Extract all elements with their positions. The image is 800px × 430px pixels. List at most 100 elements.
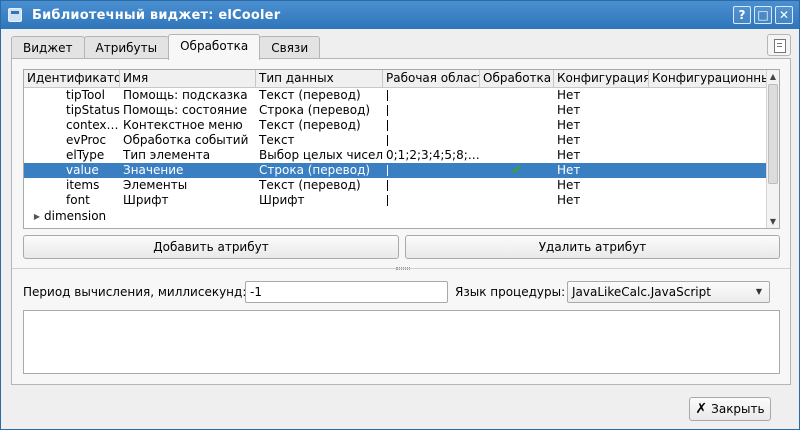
column-header[interactable]: Имя bbox=[120, 70, 256, 88]
cell-id: tipStatus bbox=[66, 103, 120, 117]
tab-widget[interactable]: Виджет bbox=[11, 36, 85, 60]
scroll-up-icon[interactable]: ▲ bbox=[767, 70, 779, 83]
title-bar[interactable]: Библиотечный виджет: elCooler ? □ ✕ bbox=[1, 1, 799, 29]
title-buttons: ? □ ✕ bbox=[733, 6, 793, 24]
cell-id: font bbox=[66, 193, 90, 207]
cell-name: Значение bbox=[123, 163, 184, 177]
period-input[interactable]: -1 bbox=[245, 281, 448, 303]
column-header[interactable]: Рабочая область bbox=[383, 70, 480, 88]
table-row-selected[interactable]: value Значение Строка (перевод) ✔ Нет bbox=[24, 163, 768, 178]
remove-attribute-button[interactable]: Удалить атрибут bbox=[405, 235, 780, 259]
scroll-down-icon[interactable]: ▼ bbox=[767, 215, 779, 228]
cell-proc bbox=[480, 118, 554, 133]
table-row[interactable]: font Шрифт Шрифт Нет bbox=[24, 193, 768, 208]
cell-proc bbox=[480, 193, 554, 208]
add-attribute-button[interactable]: Добавить атрибут bbox=[23, 235, 399, 259]
cell-config: Нет bbox=[557, 163, 581, 177]
cell-config: Нет bbox=[557, 118, 581, 132]
cell-work bbox=[383, 103, 480, 118]
table-row[interactable]: elType Тип элемента Выбор целых чисел 0;… bbox=[24, 148, 768, 163]
language-select[interactable]: JavaLikeCalc.JavaScript ▼ bbox=[567, 281, 770, 303]
tab-attributes[interactable]: Атрибуты bbox=[83, 36, 170, 60]
column-header[interactable]: Конфигурация bbox=[554, 70, 649, 88]
period-label: Период вычисления, миллисекунд: bbox=[23, 285, 247, 299]
cell-type: Текст bbox=[259, 133, 295, 147]
cell-config: Нет bbox=[557, 148, 581, 162]
language-value: JavaLikeCalc.JavaScript bbox=[572, 285, 711, 299]
close-icon: ✗ bbox=[695, 401, 708, 417]
cell-type: Текст (перевод) bbox=[259, 178, 361, 192]
table-row[interactable]: tipStatus Помощь: состояние Строка (пере… bbox=[24, 103, 768, 118]
table-body: tipTool Помощь: подсказка Текст (перевод… bbox=[24, 88, 768, 224]
splitter-handle[interactable] bbox=[396, 267, 410, 270]
cell-type: Строка (перевод) bbox=[259, 103, 371, 117]
cell-name: Контекстное меню bbox=[123, 118, 243, 132]
cell-name: Обработка событий bbox=[123, 133, 249, 147]
expand-arrow-icon[interactable]: ▶ bbox=[24, 209, 44, 224]
cell-id: contex… bbox=[66, 118, 119, 132]
column-header[interactable]: Конфигурационные данные bbox=[649, 70, 768, 88]
dialog-window: Библиотечный виджет: elCooler ? □ ✕ Видж… bbox=[0, 0, 800, 430]
cell-proc bbox=[480, 133, 554, 148]
cell-type: Текст (перевод) bbox=[259, 88, 361, 102]
cell-name: Тип элемента bbox=[123, 148, 211, 162]
document-icon[interactable] bbox=[767, 34, 791, 56]
procedure-text-editor[interactable] bbox=[23, 310, 780, 374]
group-label: dimension bbox=[44, 209, 107, 223]
tab-processing[interactable]: Обработка bbox=[168, 34, 261, 60]
cell-work bbox=[383, 178, 480, 193]
cell-name: Элементы bbox=[123, 178, 188, 192]
close-button[interactable]: ✗ Закрыть bbox=[689, 397, 771, 421]
cell-config-data bbox=[649, 88, 768, 103]
help-button[interactable]: ? bbox=[733, 6, 751, 24]
cell-work bbox=[383, 118, 480, 133]
cell-work bbox=[383, 163, 480, 178]
app-icon bbox=[8, 8, 22, 22]
tree-group-row[interactable]: ▶ dimension bbox=[24, 209, 768, 224]
cell-config-data bbox=[649, 118, 768, 133]
cell-type: Выбор целых чисел bbox=[259, 148, 383, 162]
vertical-scrollbar[interactable]: ▲ ▼ bbox=[766, 70, 779, 228]
cell-config-data bbox=[649, 193, 768, 208]
cell-config: Нет bbox=[557, 133, 581, 147]
table-row[interactable]: contex… Контекстное меню Текст (перевод)… bbox=[24, 118, 768, 133]
cell-id: value bbox=[66, 163, 99, 177]
maximize-button[interactable]: □ bbox=[754, 6, 772, 24]
cell-name: Шрифт bbox=[123, 193, 169, 207]
scroll-thumb[interactable] bbox=[768, 84, 778, 184]
cell-name: Помощь: состояние bbox=[123, 103, 248, 117]
cell-config: Нет bbox=[557, 178, 581, 192]
cell-type: Текст (перевод) bbox=[259, 118, 361, 132]
check-icon: ✔ bbox=[511, 163, 523, 178]
cell-proc bbox=[480, 88, 554, 103]
close-window-button[interactable]: ✕ bbox=[775, 6, 793, 24]
cell-type: Шрифт bbox=[259, 193, 305, 207]
tab-bar: Виджет Атрибуты Обработка Связи bbox=[11, 34, 321, 60]
cell-type: Строка (перевод) bbox=[259, 163, 371, 177]
column-header[interactable]: Идентификатор bbox=[24, 70, 120, 88]
cell-proc bbox=[480, 178, 554, 193]
attributes-table[interactable]: Идентификатор Имя Тип данных Рабочая обл… bbox=[23, 69, 780, 229]
tab-links[interactable]: Связи bbox=[259, 36, 321, 60]
cell-config-data bbox=[649, 163, 768, 178]
table-row[interactable]: evProc Обработка событий Текст Нет bbox=[24, 133, 768, 148]
column-header[interactable]: Тип данных bbox=[256, 70, 383, 88]
table-header: Идентификатор Имя Тип данных Рабочая обл… bbox=[24, 70, 768, 88]
table-row[interactable]: items Элементы Текст (перевод) Нет bbox=[24, 178, 768, 193]
cell-proc[interactable]: ✔ bbox=[480, 163, 554, 178]
cell-config-data bbox=[649, 103, 768, 118]
cell-id: elType bbox=[66, 148, 105, 162]
close-button-label: Закрыть bbox=[711, 402, 765, 416]
cell-config-data bbox=[649, 178, 768, 193]
cell-work bbox=[383, 133, 480, 148]
cell-id: items bbox=[66, 178, 100, 192]
cell-config-data bbox=[649, 148, 768, 163]
column-header[interactable]: Обработка bbox=[480, 70, 554, 88]
cell-proc bbox=[480, 148, 554, 163]
table-row[interactable]: tipTool Помощь: подсказка Текст (перевод… bbox=[24, 88, 768, 103]
cell-work bbox=[383, 193, 480, 208]
window-title: Библиотечный виджет: elCooler bbox=[32, 7, 281, 23]
processing-panel: Идентификатор Имя Тип данных Рабочая обл… bbox=[11, 58, 791, 385]
cell-id: evProc bbox=[66, 133, 107, 147]
cell-id: tipTool bbox=[66, 88, 105, 102]
